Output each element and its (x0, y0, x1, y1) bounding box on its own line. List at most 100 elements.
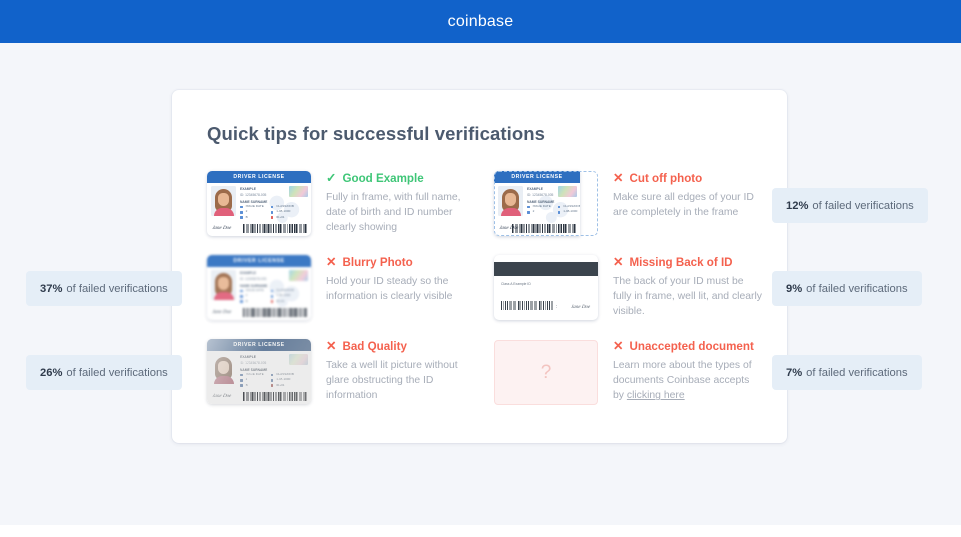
badge-suffix: of failed verifications (812, 199, 914, 212)
portrait-face (218, 193, 229, 206)
id-card-body: EXAMPLE ID: 12345678-005 NAME SURNAME IS… (207, 351, 311, 404)
id-field-row: ISSUE DATE CLASS/DOB (240, 204, 308, 209)
portrait-body (213, 208, 234, 216)
field-swatch (270, 373, 274, 377)
tip-title: Unaccepted document (629, 340, 754, 353)
badge-percent: 37% (40, 282, 63, 295)
tip-text: ✕ Cut off photo Make sure all edges of y… (613, 170, 763, 254)
unknown-document-placeholder: ? (494, 340, 598, 405)
tip-description: Take a well lit picture without glare ob… (326, 360, 458, 402)
field-swatch (240, 384, 243, 387)
id-back-text: Class A Example ID (501, 282, 531, 286)
field-swatch (527, 205, 530, 209)
id-field-d-value: 1-08-1000 (276, 377, 291, 382)
page-title: Quick tips for successful verifications (207, 123, 546, 144)
id-art-badquality: DRIVER LICENSE EXAMPLE ID: 12345678-005 … (207, 338, 313, 422)
badge-percent: 9% (786, 282, 803, 295)
status-badge-missing-back: 9% of failed verifications (772, 271, 922, 306)
id-art-good: DRIVER LICENSE EXAMPLE ID: 12345678-005 … (207, 170, 313, 254)
tip-heading: ✕ Cut off photo (613, 172, 763, 185)
id-art-unaccepted: ? (494, 338, 600, 422)
cross-icon: ✕ (613, 339, 624, 354)
tip-heading: ✕ Bad Quality (326, 340, 476, 353)
cross-icon: ✕ (326, 255, 337, 270)
id-field-row: B ID+01 (240, 298, 308, 303)
id-card-header-label: DRIVER LICENSE (207, 255, 311, 267)
clicking-here-link[interactable]: clicking here (627, 390, 685, 401)
field-swatch (527, 210, 530, 214)
id-portrait-photo (211, 270, 236, 300)
field-swatch (240, 205, 243, 209)
id-field-b-value: B (245, 382, 248, 387)
tip-unaccepted-document: ? ✕ Unaccepted document Learn more about… (494, 338, 763, 422)
id-surname-line: NAME SURNAME (240, 367, 268, 372)
id-portrait-photo (498, 186, 523, 216)
id-field-d-value: 1-08-1000 (563, 209, 578, 214)
id-card-header-label: DRIVER LICENSE (207, 339, 311, 351)
id-field-c-label: CLASS/DOB (276, 372, 294, 376)
question-mark-icon: ? (540, 361, 552, 383)
id-art-blurry: DRIVER LICENSE EXAMPLE ID: 12345678-005 … (207, 254, 313, 338)
tip-title: Missing Back of ID (629, 256, 733, 269)
field-swatch (557, 210, 561, 214)
tip-bad-quality: DRIVER LICENSE EXAMPLE ID: 12345678-005 … (207, 338, 476, 422)
id-card-front-glare: DRIVER LICENSE EXAMPLE ID: 12345678-005 … (207, 339, 311, 404)
id-barcode (243, 224, 307, 233)
footer-strip (0, 525, 961, 537)
field-swatch (270, 294, 274, 298)
hologram-icon (289, 354, 308, 365)
hologram-icon (289, 186, 308, 197)
id-field-b-value: B (245, 214, 248, 219)
id-field-a-label: ISSUE DATE (245, 204, 264, 208)
id-card-header-label: DRIVER LICENSE (494, 171, 580, 183)
id-minor-fields: ISSUE DATE CLASS/DOB 2 1-08-1000 (240, 288, 308, 305)
id-art-back: Class A Example ID : Jane Doe (494, 254, 600, 338)
portrait-face (218, 277, 229, 290)
id-field-c-label: CLASS/DOB (276, 204, 294, 208)
id-field-e-value: ID+01 (276, 214, 285, 219)
badge-suffix: of failed verifications (806, 282, 908, 295)
tip-description: Make sure all edges of your ID are compl… (613, 192, 754, 219)
portrait-face (505, 193, 516, 206)
id-barcode (512, 224, 576, 233)
id-minor-fields: ISSUE DATE CLASS/DOB 2 1-08-1000 (240, 372, 308, 389)
field-swatch (240, 289, 243, 293)
id-card-body: EXAMPLE ID: 12345678-005 NAME SURNAME IS… (494, 183, 580, 236)
status-badge-bad-quality: 26% of failed verifications (26, 355, 182, 390)
id-field-row: 2 1-08-1000 (240, 377, 308, 382)
id-signature: Jane Doe (211, 310, 232, 315)
id-field-a-label: ISSUE DATE (532, 204, 551, 208)
app-header: coinbase (0, 0, 961, 43)
tip-description: Learn more about the types of documents … (613, 358, 763, 403)
tip-text: ✓ Good Example Fully in frame, with full… (326, 170, 476, 254)
id-card-front-blurred: DRIVER LICENSE EXAMPLE ID: 12345678-005 … (207, 255, 311, 320)
field-swatch (270, 210, 274, 214)
field-swatch (240, 300, 243, 303)
tip-text: ✕ Blurry Photo Hold your ID steady so th… (326, 254, 476, 338)
badge-percent: 7% (786, 366, 803, 379)
page-root: coinbase Quick tips for successful verif… (0, 0, 961, 537)
id-field-row: ISSUE DATE CLASS/DOB (240, 288, 308, 293)
id-signature: Jane Doe (211, 394, 232, 399)
status-badge-cut-off-photo: 12% of failed verifications (772, 188, 928, 223)
field-swatch (240, 373, 243, 377)
id-fields: EXAMPLE ID: 12345678-005 NAME SURNAME (527, 186, 575, 205)
id-field-b-value: B (245, 298, 248, 303)
check-icon: ✓ (326, 171, 337, 186)
id-card-header-label: DRIVER LICENSE (207, 171, 311, 183)
id-field-row: 2 1-08-1000 (240, 209, 308, 214)
tip-good-example: DRIVER LICENSE EXAMPLE ID: 12345678-005 … (207, 170, 476, 254)
portrait-hair (215, 357, 232, 379)
tip-text: ✕ Bad Quality Take a well lit picture wi… (326, 338, 476, 422)
portrait-body (213, 292, 234, 300)
tip-title: Blurry Photo (342, 256, 413, 269)
id-field-a-value: 2 (245, 377, 248, 382)
globe-watermark-icon (263, 359, 309, 393)
id-field-d-value: 1-08-1000 (276, 209, 291, 214)
id-field-e-value: ID+01 (276, 382, 285, 387)
id-field-d-value: 1-08-1000 (276, 293, 291, 298)
id-portrait-photo (211, 354, 236, 384)
badge-suffix: of failed verifications (806, 366, 908, 379)
id-back-barcode (501, 301, 553, 310)
status-badge-blurry-photo: 37% of failed verifications (26, 271, 182, 306)
